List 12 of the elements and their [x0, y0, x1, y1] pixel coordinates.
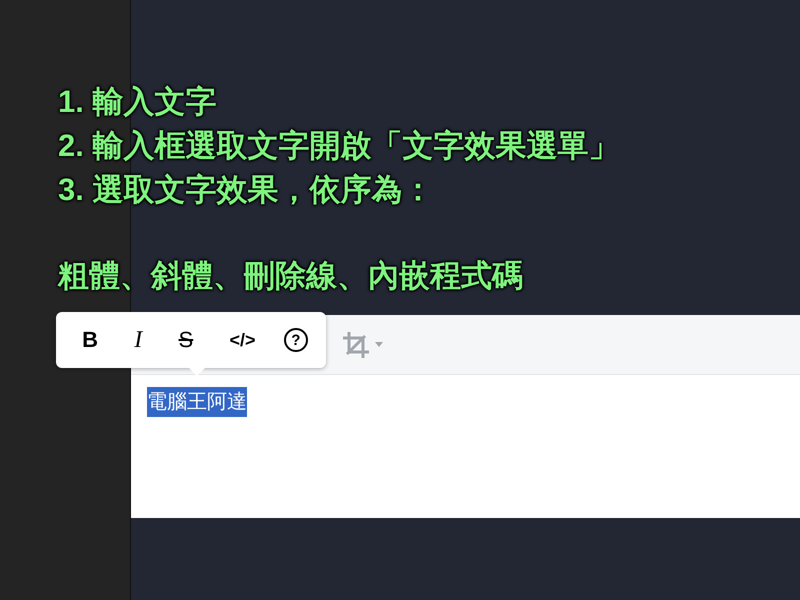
- annotation-text: 1. 輸入文字: [58, 83, 218, 121]
- annotation-text: 3. 選取文字效果，依序為：: [58, 171, 434, 209]
- italic-button[interactable]: I: [126, 328, 150, 352]
- annotation-text: 粗體、斜體、刪除線、內嵌程式碼: [58, 257, 524, 295]
- strikethrough-button[interactable]: S: [170, 329, 202, 351]
- annotation-text: 2. 輸入框選取文字開啟「文字效果選單」: [58, 127, 620, 165]
- selected-text: 電腦王阿達: [147, 387, 247, 417]
- code-button[interactable]: </>: [222, 331, 264, 349]
- help-button[interactable]: ?: [284, 328, 308, 352]
- bold-button[interactable]: B: [74, 329, 106, 351]
- caret-icon: [375, 342, 383, 347]
- crop-icon: [341, 330, 371, 360]
